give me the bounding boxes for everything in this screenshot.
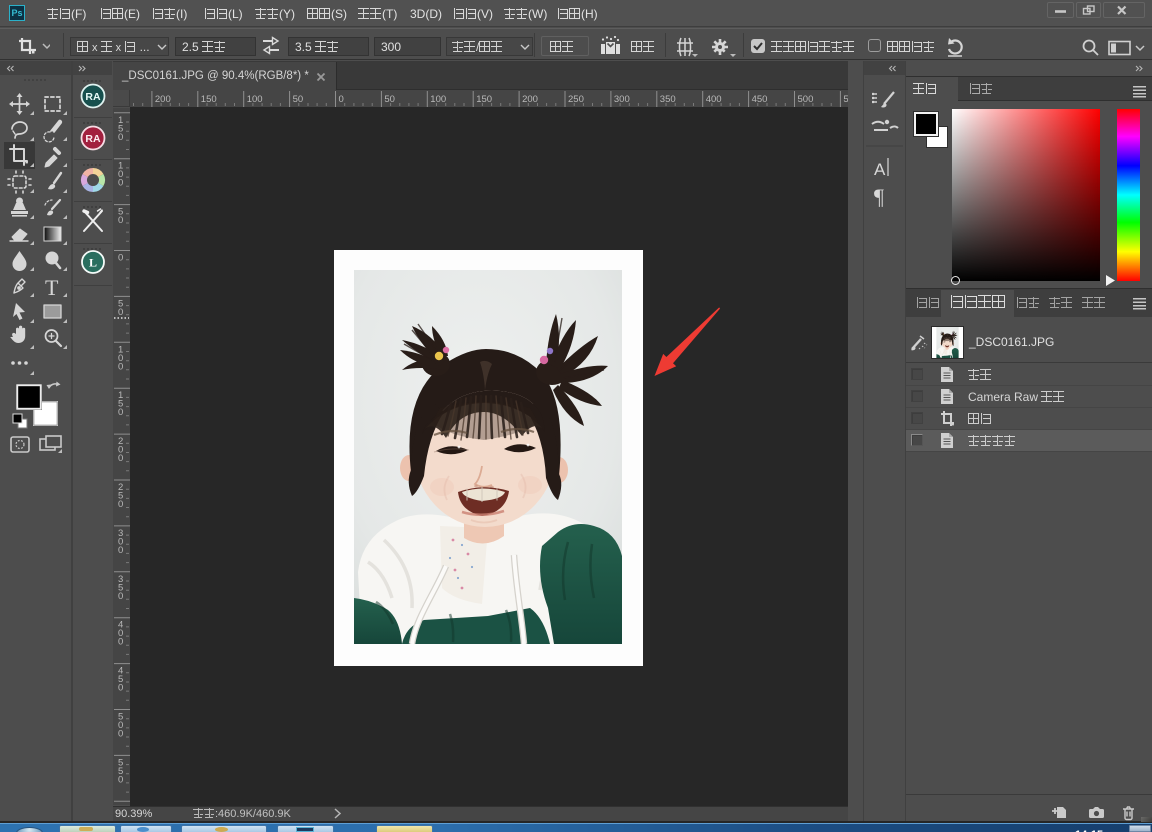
svg-text:350: 350 (660, 94, 676, 105)
svg-text:0: 0 (118, 132, 123, 143)
svg-text:150: 150 (201, 94, 217, 105)
svg-text:200: 200 (522, 94, 538, 105)
svg-text:0: 0 (118, 253, 123, 264)
svg-text:RA: RA (85, 91, 101, 103)
svg-text:6: 6 (118, 803, 123, 805)
svg-text:450: 450 (752, 94, 768, 105)
svg-text:0: 0 (118, 545, 123, 556)
svg-text:T: T (45, 275, 59, 300)
svg-text:50: 50 (293, 94, 304, 105)
svg-text:0: 0 (118, 499, 123, 510)
svg-text:250: 250 (568, 94, 584, 105)
svg-text:0: 0 (118, 683, 123, 694)
svg-text:500: 500 (798, 94, 814, 105)
svg-text:A: A (874, 160, 886, 179)
svg-text:550: 550 (843, 94, 848, 105)
svg-text:0: 0 (118, 178, 123, 189)
svg-text:400: 400 (706, 94, 722, 105)
svg-text:¶: ¶ (874, 184, 884, 209)
svg-text:300: 300 (614, 94, 630, 105)
svg-text:0: 0 (118, 637, 123, 648)
svg-text:L: L (89, 256, 97, 270)
svg-text:0: 0 (118, 215, 123, 226)
svg-text:0: 0 (118, 729, 123, 740)
svg-text:RA: RA (85, 133, 101, 145)
svg-text:0: 0 (118, 453, 123, 464)
svg-text:150: 150 (476, 94, 492, 105)
svg-text:100: 100 (430, 94, 446, 105)
svg-text:0: 0 (118, 591, 123, 602)
svg-text:50: 50 (384, 94, 395, 105)
svg-text:0: 0 (118, 407, 123, 418)
svg-text:0: 0 (339, 94, 344, 105)
svg-text:0: 0 (118, 361, 123, 372)
svg-text:200: 200 (155, 94, 171, 105)
svg-text:0: 0 (118, 774, 123, 785)
svg-text:100: 100 (247, 94, 263, 105)
